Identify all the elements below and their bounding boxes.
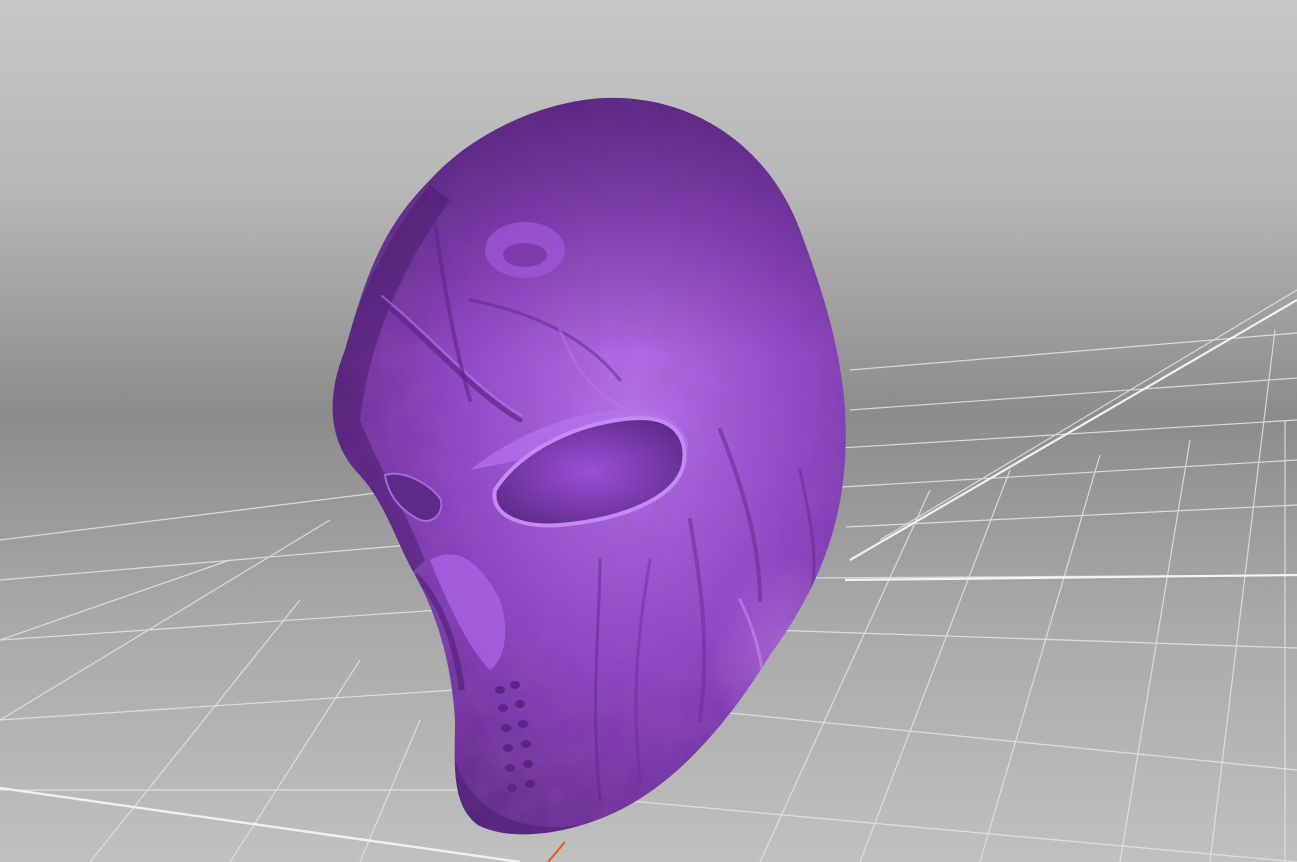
- 3d-viewport[interactable]: [0, 0, 1297, 862]
